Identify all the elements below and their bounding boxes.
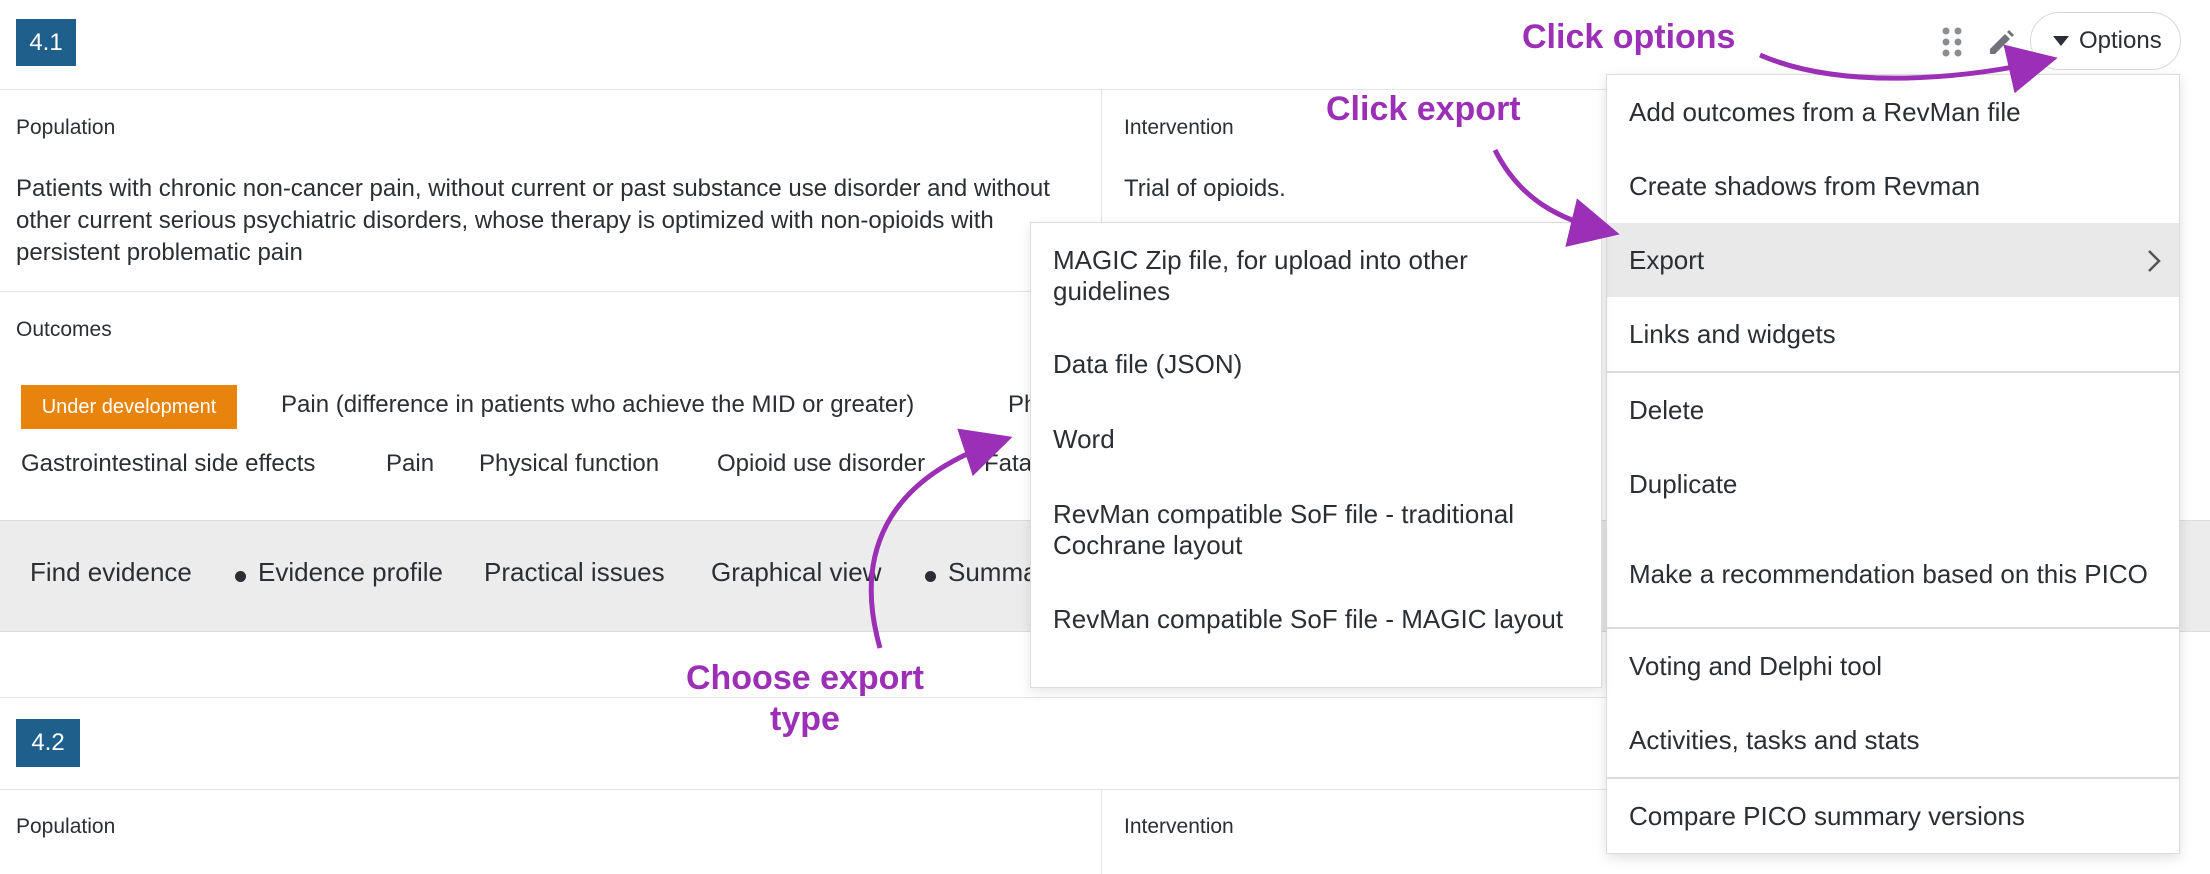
arrow-to-word — [868, 428, 1013, 649]
arrow-to-options — [1758, 44, 2058, 94]
annotation-arrows — [868, 44, 2058, 649]
arrow-to-export — [1492, 148, 1620, 247]
